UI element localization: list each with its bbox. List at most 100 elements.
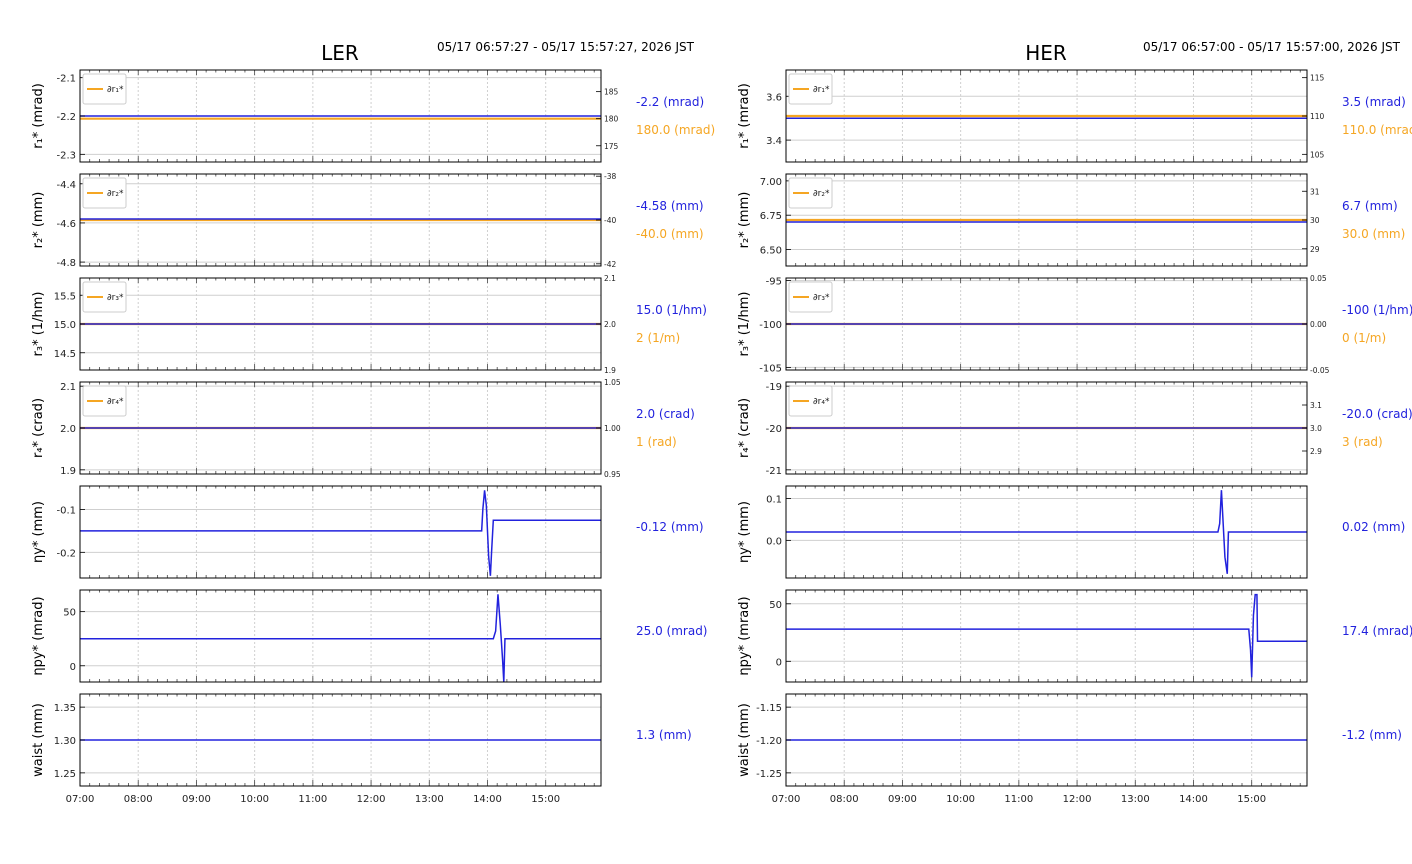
x-tick-label: 09:00 xyxy=(888,794,917,805)
y-tick-label: -19 xyxy=(766,382,782,393)
legend-label: ∂r₂* xyxy=(107,189,124,199)
value-readout-orange: 30.0 (mm) xyxy=(1342,227,1405,241)
y2-tick-label: 2.9 xyxy=(1310,447,1322,456)
y-tick-label: -4.4 xyxy=(56,180,76,191)
value-readout-blue: 15.0 (1/hm) xyxy=(636,303,707,317)
y-tick-label: 2.0 xyxy=(60,424,76,435)
ler-row-5: -0.1 -0.2 ηy* (mm) -0.12 (mm) xyxy=(31,485,704,579)
value-readout-blue: 1.3 (mm) xyxy=(636,728,692,742)
legend: ∂r₄* xyxy=(788,385,833,417)
y-tick-label: 6.75 xyxy=(760,211,782,222)
x-tick-label: 15:00 xyxy=(531,794,560,805)
legend-label: ∂r₃* xyxy=(107,293,124,303)
x-tick-label: 12:00 xyxy=(357,794,386,805)
ler-row-7: 1.35 1.30 1.25 waist (mm) 1.3 (mm) xyxy=(31,693,692,787)
y-axis-label: r₁* (mrad) xyxy=(737,83,752,149)
x-tick-label: 10:00 xyxy=(240,794,269,805)
y2-tick-label: 185 xyxy=(604,88,619,97)
y-axis-label: r₄* (crad) xyxy=(737,398,752,458)
x-tick-label: 15:00 xyxy=(1237,794,1266,805)
ler-row-3: 15.5 15.0 14.5 2.1 2.0 1.9 r₃* (1/hm) ∂r₃* 15.0 … xyxy=(31,274,707,375)
value-readout-orange: 0 (1/m) xyxy=(1342,331,1386,345)
x-tick-label: 10:00 xyxy=(946,794,975,805)
value-readout-orange: 2 (1/m) xyxy=(636,331,680,345)
value-readout-orange: 110.0 (mrad) xyxy=(1342,123,1412,137)
legend-label: ∂r₄* xyxy=(107,397,124,407)
y2-tick-label: 175 xyxy=(604,142,619,151)
y-tick-label: -2.2 xyxy=(56,112,76,123)
her-row-7: -1.15 -1.20 -1.25 waist (mm) -1.2 (mm) xyxy=(737,693,1402,787)
y2-tick-label: -40 xyxy=(604,216,616,225)
series-line-blue xyxy=(80,594,601,683)
ler-row-2: -4.4 -4.6 -4.8 -38 -40 -42 r₂* (mm) ∂r₂* -4.58 (… xyxy=(31,172,704,269)
y-tick-label: -0.2 xyxy=(56,548,76,559)
y2-tick-label: 115 xyxy=(1310,74,1325,83)
y2-tick-label: 30 xyxy=(1310,216,1320,225)
y2-tick-label: 31 xyxy=(1310,187,1320,196)
ler-panel: LER 05/17 06:57:27 - 05/17 15:57:27, 2026… xyxy=(31,40,715,805)
y-tick-label: 14.5 xyxy=(54,349,76,360)
legend: ∂r₂* xyxy=(788,177,833,209)
y-axis-label: r₃* (1/hm) xyxy=(31,292,46,357)
value-readout-blue: -100 (1/hm) xyxy=(1342,303,1412,317)
y2-tick-label: 0.95 xyxy=(604,470,621,479)
legend: ∂r₁* xyxy=(82,73,127,105)
y-tick-label: 3.4 xyxy=(766,136,782,147)
y-axis-label: r₂* (mm) xyxy=(737,192,752,249)
x-tick-label: 12:00 xyxy=(1063,794,1092,805)
legend: ∂r₃* xyxy=(788,281,833,313)
y2-tick-label: -42 xyxy=(604,260,616,269)
y-tick-label: -1.25 xyxy=(756,769,782,780)
y-tick-label: 50 xyxy=(63,608,76,619)
plot-frame xyxy=(79,485,602,579)
series-line-blue xyxy=(786,593,1307,678)
x-tick-label: 08:00 xyxy=(124,794,153,805)
value-readout-orange: 3 (rad) xyxy=(1342,435,1383,449)
ler-title: LER xyxy=(321,41,359,65)
her-row-1: 3.6 3.4 115 110 105 r₁* (mrad) ∂r₁* 3.5 (mrad) 1… xyxy=(737,69,1412,163)
y2-tick-label: 3.0 xyxy=(1310,424,1322,433)
series-line-blue xyxy=(80,490,601,576)
y-axis-label: r₁* (mrad) xyxy=(31,83,46,149)
x-tick-label: 07:00 xyxy=(66,794,95,805)
x-tick-label: 13:00 xyxy=(1121,794,1150,805)
y-tick-label: 7.00 xyxy=(760,177,782,188)
y-axis-label: waist (mm) xyxy=(737,703,752,777)
y2-tick-label: 1.00 xyxy=(604,424,621,433)
y-tick-label: 50 xyxy=(769,600,782,611)
y2-tick-label: 1.05 xyxy=(604,378,621,387)
value-readout-blue: -20.0 (crad) xyxy=(1342,407,1412,421)
y-tick-label: 15.0 xyxy=(54,320,76,331)
y2-tick-label: 1.9 xyxy=(604,366,616,375)
y-axis-label: r₃* (1/hm) xyxy=(737,292,752,357)
y2-tick-label: 2.0 xyxy=(604,320,616,329)
value-readout-orange: 1 (rad) xyxy=(636,435,677,449)
legend: ∂r₄* xyxy=(82,385,127,417)
y2-tick-label: -0.05 xyxy=(1310,366,1330,375)
legend-label: ∂r₃* xyxy=(813,293,830,303)
y2-tick-label: -38 xyxy=(604,172,616,181)
y-tick-label: -4.6 xyxy=(56,219,76,230)
legend-label: ∂r₁* xyxy=(813,85,830,95)
ler-row-4: 2.1 2.0 1.9 1.05 1.00 0.95 r₄* (crad) ∂r₄* 2.0 (… xyxy=(31,378,695,479)
x-tick-label: 11:00 xyxy=(298,794,327,805)
y-tick-label: -0.1 xyxy=(56,506,76,517)
y-tick-label: -20 xyxy=(766,424,782,435)
y-tick-label: 6.50 xyxy=(760,246,782,257)
value-readout-blue: 3.5 (mrad) xyxy=(1342,95,1406,109)
legend: ∂r₂* xyxy=(82,177,127,209)
y2-tick-label: 2.1 xyxy=(604,274,616,283)
y-axis-label: ηpy* (mrad) xyxy=(31,596,46,675)
y-tick-label: 3.6 xyxy=(766,92,782,103)
her-row-2: 7.00 6.75 6.50 31 30 29 r₂* (mm) ∂r₂* 6.7 (mm) 30… xyxy=(737,173,1405,267)
y-tick-label: -2.1 xyxy=(56,74,76,85)
y-tick-label: -21 xyxy=(766,466,782,477)
her-row-5: 0.1 0.0 ηy* (mm) 0.02 (mm) xyxy=(737,485,1405,579)
y-tick-label: 2.1 xyxy=(60,382,76,393)
y-axis-label: ηy* (mm) xyxy=(31,501,46,563)
x-tick-label: 09:00 xyxy=(182,794,211,805)
value-readout-blue: -2.2 (mrad) xyxy=(636,95,704,109)
y-axis-label: r₄* (crad) xyxy=(31,398,46,458)
value-readout-blue: 17.4 (mrad) xyxy=(1342,624,1412,638)
legend: ∂r₁* xyxy=(788,73,833,105)
